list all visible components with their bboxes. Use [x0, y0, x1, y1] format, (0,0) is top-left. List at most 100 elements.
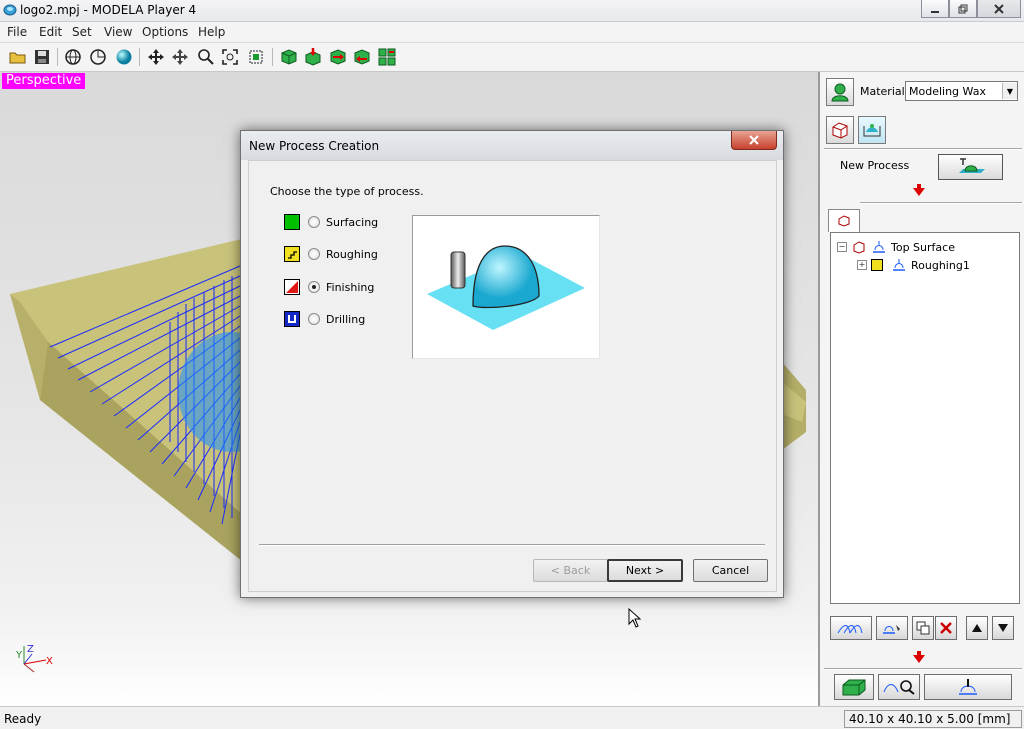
dialog-body: Choose the type of process. Surfacing Ro…: [248, 160, 777, 592]
view-wire-button[interactable]: [88, 47, 108, 67]
menu-view[interactable]: View: [104, 25, 132, 39]
model-dimensions: 40.10 x 40.10 x 5.00 [mm]: [844, 710, 1022, 728]
axis-y-label: Y: [16, 650, 23, 661]
status-bar: Ready 40.10 x 40.10 x 5.00 [mm]: [0, 706, 1024, 729]
process-preview-image: [412, 215, 600, 359]
material-select[interactable]: Modeling Wax ▼: [905, 81, 1018, 101]
option-finishing[interactable]: Finishing: [284, 279, 374, 295]
minimize-button[interactable]: [921, 0, 949, 18]
option-drilling[interactable]: Drilling: [284, 311, 365, 327]
box-outline-icon: [838, 215, 850, 227]
restore-icon: [958, 4, 968, 13]
finishing-icon: [284, 279, 300, 295]
drilling-radio[interactable]: [308, 313, 320, 325]
cube-button[interactable]: [279, 47, 299, 67]
globe-view-icon: [65, 49, 81, 65]
edit-process-button[interactable]: [876, 616, 908, 640]
menu-file[interactable]: File: [7, 25, 27, 39]
menu-set[interactable]: Set: [72, 25, 92, 39]
cube-right-icon: [330, 49, 346, 65]
process-tree[interactable]: − Top Surface + Roughing1: [830, 232, 1020, 604]
open-folder-icon: [9, 52, 26, 64]
finishing-radio[interactable]: [308, 281, 320, 293]
view-shaded-button[interactable]: [114, 47, 134, 67]
pan-icon: [148, 49, 164, 65]
menu-edit[interactable]: Edit: [39, 25, 62, 39]
tab-process-tree[interactable]: [828, 209, 860, 232]
delete-button[interactable]: [935, 616, 957, 640]
save-icon: [35, 50, 49, 64]
workpiece-button[interactable]: [858, 116, 886, 144]
zoom-window-icon: [249, 50, 263, 64]
app-icon: [3, 4, 17, 16]
cube-grid-button[interactable]: [377, 47, 397, 67]
pan-button[interactable]: [146, 47, 166, 67]
view-globe-button[interactable]: [63, 47, 83, 67]
dialog-close-button[interactable]: [731, 131, 777, 150]
mouse-cursor-icon: [628, 608, 642, 628]
surfacing-icon: [284, 214, 300, 230]
arrow-down-icon: [998, 624, 1008, 632]
zoom-button[interactable]: [196, 47, 216, 67]
fit-button[interactable]: [220, 47, 240, 67]
new-process-button[interactable]: [938, 154, 1003, 180]
menu-help[interactable]: Help: [198, 25, 225, 39]
move-up-button[interactable]: [966, 616, 988, 640]
status-text: Ready: [4, 712, 42, 726]
simulation-button[interactable]: [878, 674, 920, 700]
option-roughing[interactable]: Roughing: [284, 246, 378, 262]
finishing-label: Finishing: [326, 280, 375, 294]
drilling-label: Drilling: [326, 312, 366, 326]
toolpath-view-button[interactable]: [830, 616, 872, 640]
new-process-icon: [958, 158, 985, 173]
roughing-icon: [284, 246, 300, 262]
open-button[interactable]: [8, 47, 28, 67]
restore-button[interactable]: [949, 0, 977, 18]
model-size-button[interactable]: [826, 116, 854, 144]
expand-icon[interactable]: +: [857, 260, 867, 270]
move-button[interactable]: [170, 47, 190, 67]
collapse-icon[interactable]: −: [837, 242, 847, 252]
finishing-preview-graphic: [427, 245, 585, 330]
roughing-radio[interactable]: [308, 248, 320, 260]
preview-cutting-button[interactable]: [834, 674, 874, 700]
process-panel: Material Modeling Wax ▼ New Process − To…: [818, 72, 1024, 706]
tree-item-top-surface[interactable]: − Top Surface: [837, 239, 955, 255]
box-outline-icon: [832, 122, 848, 139]
option-surfacing[interactable]: Surfacing: [284, 214, 378, 230]
surfacing-radio[interactable]: [308, 216, 320, 228]
cube-left-icon: [354, 49, 370, 65]
flow-arrow-icon: [913, 651, 925, 663]
shaded-sphere-icon: [116, 49, 132, 65]
delete-icon: [940, 622, 952, 634]
cube-right-button[interactable]: [328, 47, 348, 67]
surface-icon: [873, 241, 885, 253]
surface-icon: [893, 259, 905, 271]
cut-button[interactable]: [924, 674, 1012, 700]
flow-arrow-icon: [913, 184, 925, 196]
toolpath-icon: [837, 625, 863, 634]
view-mode-label: Perspective: [2, 73, 86, 89]
cancel-button[interactable]: Cancel: [693, 559, 768, 582]
next-button[interactable]: Next >: [607, 559, 683, 582]
back-button[interactable]: < Back: [533, 559, 608, 582]
save-button[interactable]: [32, 47, 52, 67]
box-outline-icon: [853, 241, 865, 254]
tree-label-roughing1: Roughing1: [911, 258, 970, 272]
zoom-window-button[interactable]: [246, 47, 266, 67]
tree-item-roughing1[interactable]: + Roughing1: [857, 257, 970, 273]
menu-options[interactable]: Options: [142, 25, 188, 39]
cube-left-button[interactable]: [352, 47, 372, 67]
sphere-outline-icon: [90, 49, 106, 65]
material-label: Material: [860, 85, 905, 98]
title-bar: logo2.mpj - MODELA Player 4: [0, 0, 1024, 22]
copy-button[interactable]: [912, 616, 934, 640]
cutting-icon: [959, 679, 977, 695]
menu-bar: File Edit Set View Options Help: [0, 22, 1024, 43]
minimize-icon: [931, 10, 939, 13]
axis-z-label: Z: [27, 644, 34, 655]
user-button[interactable]: [826, 78, 854, 106]
close-button[interactable]: [977, 0, 1021, 18]
cube-down-button[interactable]: [303, 47, 323, 67]
move-down-button[interactable]: [992, 616, 1014, 640]
